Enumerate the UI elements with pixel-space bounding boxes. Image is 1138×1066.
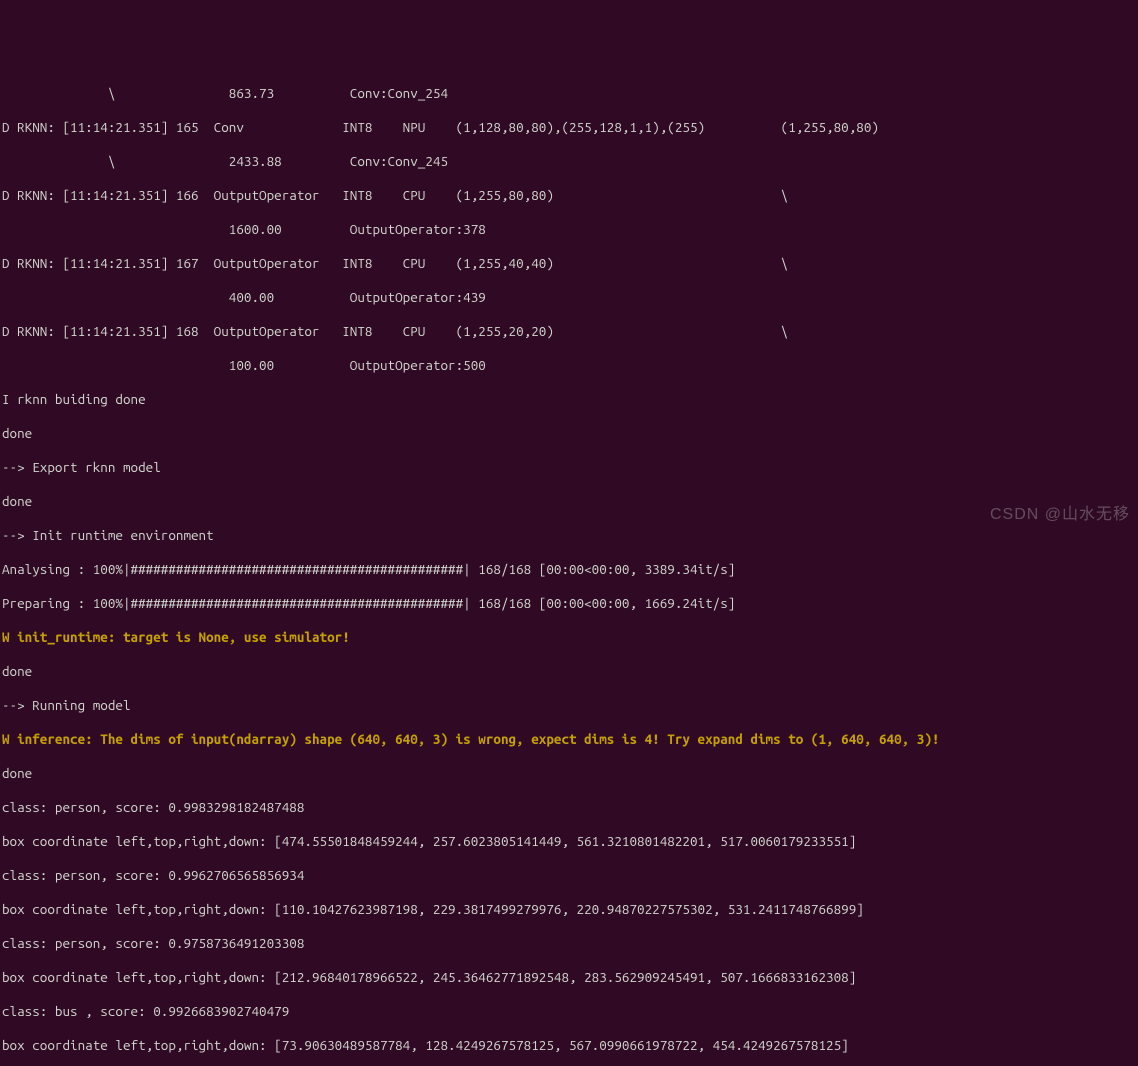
warning-line: W inference: The dims of input(ndarray) … bbox=[2, 731, 1136, 748]
terminal-line: done bbox=[2, 425, 1136, 442]
terminal-line: --> Export rknn model bbox=[2, 459, 1136, 476]
terminal-output: \ 863.73 Conv:Conv_254 D RKNN: [11:14:21… bbox=[0, 68, 1138, 1066]
result-line: class: person, score: 0.9962706565856934 bbox=[2, 867, 1136, 884]
terminal-line: 1600.00 OutputOperator:378 bbox=[2, 221, 1136, 238]
result-line: class: bus , score: 0.9926683902740479 bbox=[2, 1003, 1136, 1020]
warning-line: W init_runtime: target is None, use simu… bbox=[2, 629, 1136, 646]
terminal-line: \ 2433.88 Conv:Conv_245 bbox=[2, 153, 1136, 170]
result-line: class: person, score: 0.9758736491203308 bbox=[2, 935, 1136, 952]
terminal-line: --> Init runtime environment bbox=[2, 527, 1136, 544]
terminal-line: done bbox=[2, 765, 1136, 782]
terminal-line: done bbox=[2, 663, 1136, 680]
watermark-text: CSDN @山水无移 bbox=[990, 506, 1130, 523]
terminal-line: D RKNN: [11:14:21.351] 168 OutputOperato… bbox=[2, 323, 1136, 340]
terminal-line: Analysing : 100%|#######################… bbox=[2, 561, 1136, 578]
terminal-line: 400.00 OutputOperator:439 bbox=[2, 289, 1136, 306]
terminal-line: 100.00 OutputOperator:500 bbox=[2, 357, 1136, 374]
terminal-line: Preparing : 100%|#######################… bbox=[2, 595, 1136, 612]
result-line: box coordinate left,top,right,down: [474… bbox=[2, 833, 1136, 850]
terminal-line: done bbox=[2, 493, 1136, 510]
terminal-line: --> Running model bbox=[2, 697, 1136, 714]
result-line: box coordinate left,top,right,down: [212… bbox=[2, 969, 1136, 986]
terminal-line: D RKNN: [11:14:21.351] 167 OutputOperato… bbox=[2, 255, 1136, 272]
result-line: class: person, score: 0.9983298182487488 bbox=[2, 799, 1136, 816]
result-line: box coordinate left,top,right,down: [73.… bbox=[2, 1037, 1136, 1054]
result-line: box coordinate left,top,right,down: [110… bbox=[2, 901, 1136, 918]
terminal-line: D RKNN: [11:14:21.351] 166 OutputOperato… bbox=[2, 187, 1136, 204]
terminal-line: I rknn buiding done bbox=[2, 391, 1136, 408]
terminal-line: \ 863.73 Conv:Conv_254 bbox=[2, 85, 1136, 102]
terminal-line: D RKNN: [11:14:21.351] 165 Conv INT8 NPU… bbox=[2, 119, 1136, 136]
